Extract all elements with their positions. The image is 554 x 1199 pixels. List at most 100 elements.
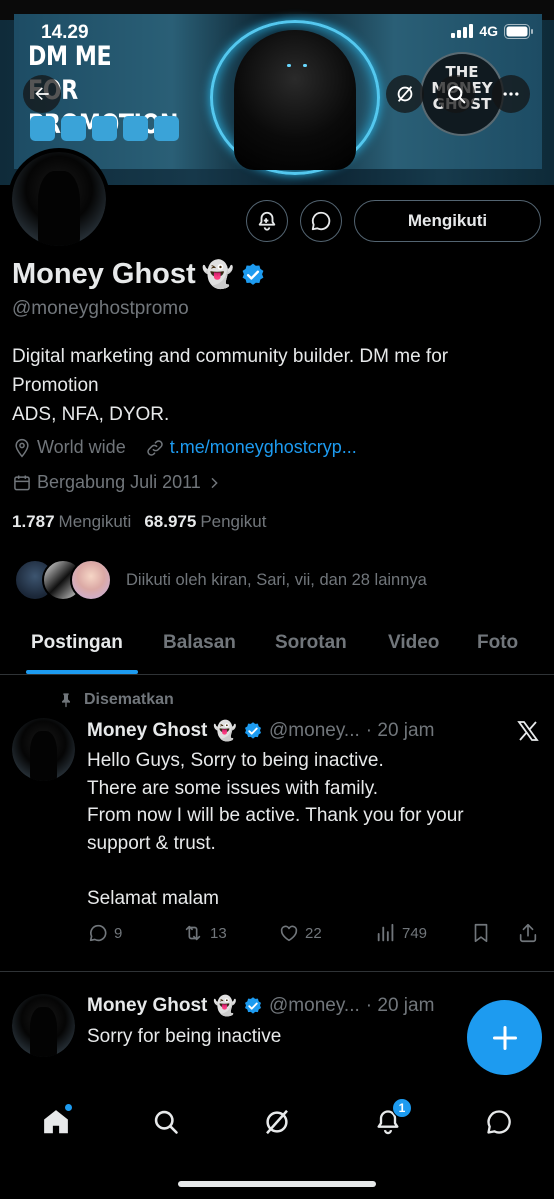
post-time: · 20 jam	[365, 995, 435, 1016]
back-button[interactable]	[23, 75, 61, 113]
x-logo-icon	[517, 721, 539, 741]
pinned-label: Disematkan	[58, 691, 174, 709]
post-handle: @money...	[269, 995, 360, 1016]
verified-icon	[245, 722, 262, 739]
compose-button[interactable]	[467, 1000, 542, 1075]
post-text: Sorry for being inactive	[87, 1026, 282, 1047]
post-avatar[interactable]	[12, 718, 75, 781]
home-unread-dot	[65, 1104, 72, 1111]
location-icon	[15, 438, 29, 457]
back-icon	[35, 87, 49, 100]
link-icon	[146, 439, 163, 456]
nav-notifications[interactable]: 1	[368, 1098, 412, 1142]
post-header: Money Ghost 👻 @money... · 20 jam	[87, 719, 434, 743]
nav-messages[interactable]	[479, 1102, 519, 1142]
instagram-icon	[154, 116, 179, 141]
profile-tabs: Postingan Balasan Sorotan Video Foto	[0, 622, 554, 675]
follower-avatar	[70, 559, 112, 601]
profile-joined[interactable]: Bergabung Juli 2011	[12, 472, 222, 493]
views-icon	[377, 923, 394, 942]
profile-location: World wide t.me/moneyghostcryp...	[12, 437, 357, 458]
profile-counts: 1.787 Mengikuti 68.975 Pengikut	[12, 512, 266, 532]
bookmark-icon	[474, 923, 488, 943]
chevron-right-icon	[211, 477, 218, 488]
bell-plus-icon	[258, 211, 276, 231]
tab-posts[interactable]: Postingan	[31, 632, 123, 654]
telegram-icon	[30, 116, 55, 141]
followed-by-text: Diikuti oleh kiran, Sari, vii, dan 28 la…	[126, 570, 427, 589]
profile-bio: Digital marketing and community builder.…	[12, 346, 449, 425]
profile-name: Money Ghost	[12, 258, 196, 290]
more-icon	[503, 92, 519, 96]
banner-hooded-figure	[234, 30, 356, 170]
status-indicators: 4G	[451, 23, 534, 39]
profile-link[interactable]: t.me/moneyghostcryp...	[170, 437, 357, 458]
notify-button[interactable]	[246, 200, 288, 242]
post-author[interactable]: Money Ghost	[87, 720, 207, 742]
facebook-icon	[61, 116, 86, 141]
profile-avatar[interactable]	[8, 148, 110, 250]
tab-video[interactable]: Video	[388, 632, 439, 654]
home-icon	[44, 1110, 68, 1134]
share-button[interactable]	[517, 922, 539, 944]
verified-icon	[245, 997, 262, 1014]
ghost-emoji: 👻	[213, 996, 238, 1017]
battery-icon	[504, 23, 533, 39]
repost-button[interactable]: 13	[181, 922, 227, 944]
banner-social-icons	[30, 116, 179, 141]
bookmark-button[interactable]	[470, 922, 492, 944]
share-icon	[519, 923, 537, 943]
tab-indicator	[26, 670, 138, 674]
banner-glowing-eyes	[285, 64, 309, 68]
home-indicator	[178, 1181, 376, 1187]
tab-photos[interactable]: Foto	[477, 632, 518, 654]
search-icon	[154, 1110, 178, 1134]
message-icon	[311, 211, 331, 231]
profile-handle: @moneyghostpromo	[12, 298, 189, 319]
post-text: Hello Guys, Sorry to being inactive. The…	[87, 750, 464, 909]
grok-icon	[397, 86, 413, 102]
like-button[interactable]: 22	[278, 922, 322, 944]
calendar-icon	[14, 475, 30, 490]
post-header: Money Ghost 👻 @money... · 20 jam	[87, 994, 434, 1018]
nav-home[interactable]	[36, 1102, 76, 1142]
pin-icon	[62, 693, 70, 708]
twitter-bird-icon	[123, 116, 148, 141]
post-time: · 20 jam	[365, 720, 435, 741]
profile-name-row: Money Ghost 👻	[12, 258, 266, 291]
followers-count-link[interactable]: 68.975 Pengikut	[144, 512, 266, 532]
nav-search[interactable]	[146, 1102, 186, 1142]
tab-highlights[interactable]: Sorotan	[275, 632, 347, 654]
search-icon	[447, 85, 465, 103]
signal-icon	[451, 24, 474, 38]
ghost-emoji: 👻	[201, 259, 235, 289]
post-avatar[interactable]	[12, 994, 75, 1057]
nav-grok[interactable]	[257, 1102, 297, 1142]
followed-by-row[interactable]: Diikuti oleh kiran, Sari, vii, dan 28 la…	[14, 559, 427, 601]
message-icon	[487, 1110, 511, 1134]
verified-icon[interactable]	[240, 262, 266, 288]
notifications-badge: 1	[392, 1098, 412, 1118]
status-time: 14.29	[41, 22, 89, 43]
grok-button[interactable]	[386, 75, 424, 113]
post-author[interactable]: Money Ghost	[87, 995, 207, 1017]
message-button[interactable]	[300, 200, 342, 242]
following-button[interactable]: Mengikuti	[354, 200, 541, 242]
ghost-emoji: 👻	[213, 721, 238, 742]
tab-replies[interactable]: Balasan	[163, 632, 236, 654]
reply-icon	[89, 924, 107, 942]
youtube-icon	[92, 116, 117, 141]
search-button[interactable]	[437, 75, 475, 113]
like-icon	[280, 925, 298, 942]
post-divider	[0, 971, 554, 972]
grok-icon	[266, 1109, 288, 1135]
post-actions: 9 13 22 749	[87, 922, 542, 950]
more-button[interactable]	[492, 75, 530, 113]
following-count-link[interactable]: 1.787 Mengikuti	[12, 512, 131, 532]
post-handle: @money...	[269, 720, 360, 741]
network-label: 4G	[479, 23, 498, 39]
views-button[interactable]: 749	[375, 922, 427, 944]
plus-icon	[492, 1025, 517, 1050]
reply-button[interactable]: 9	[87, 922, 122, 944]
repost-icon	[185, 925, 201, 941]
